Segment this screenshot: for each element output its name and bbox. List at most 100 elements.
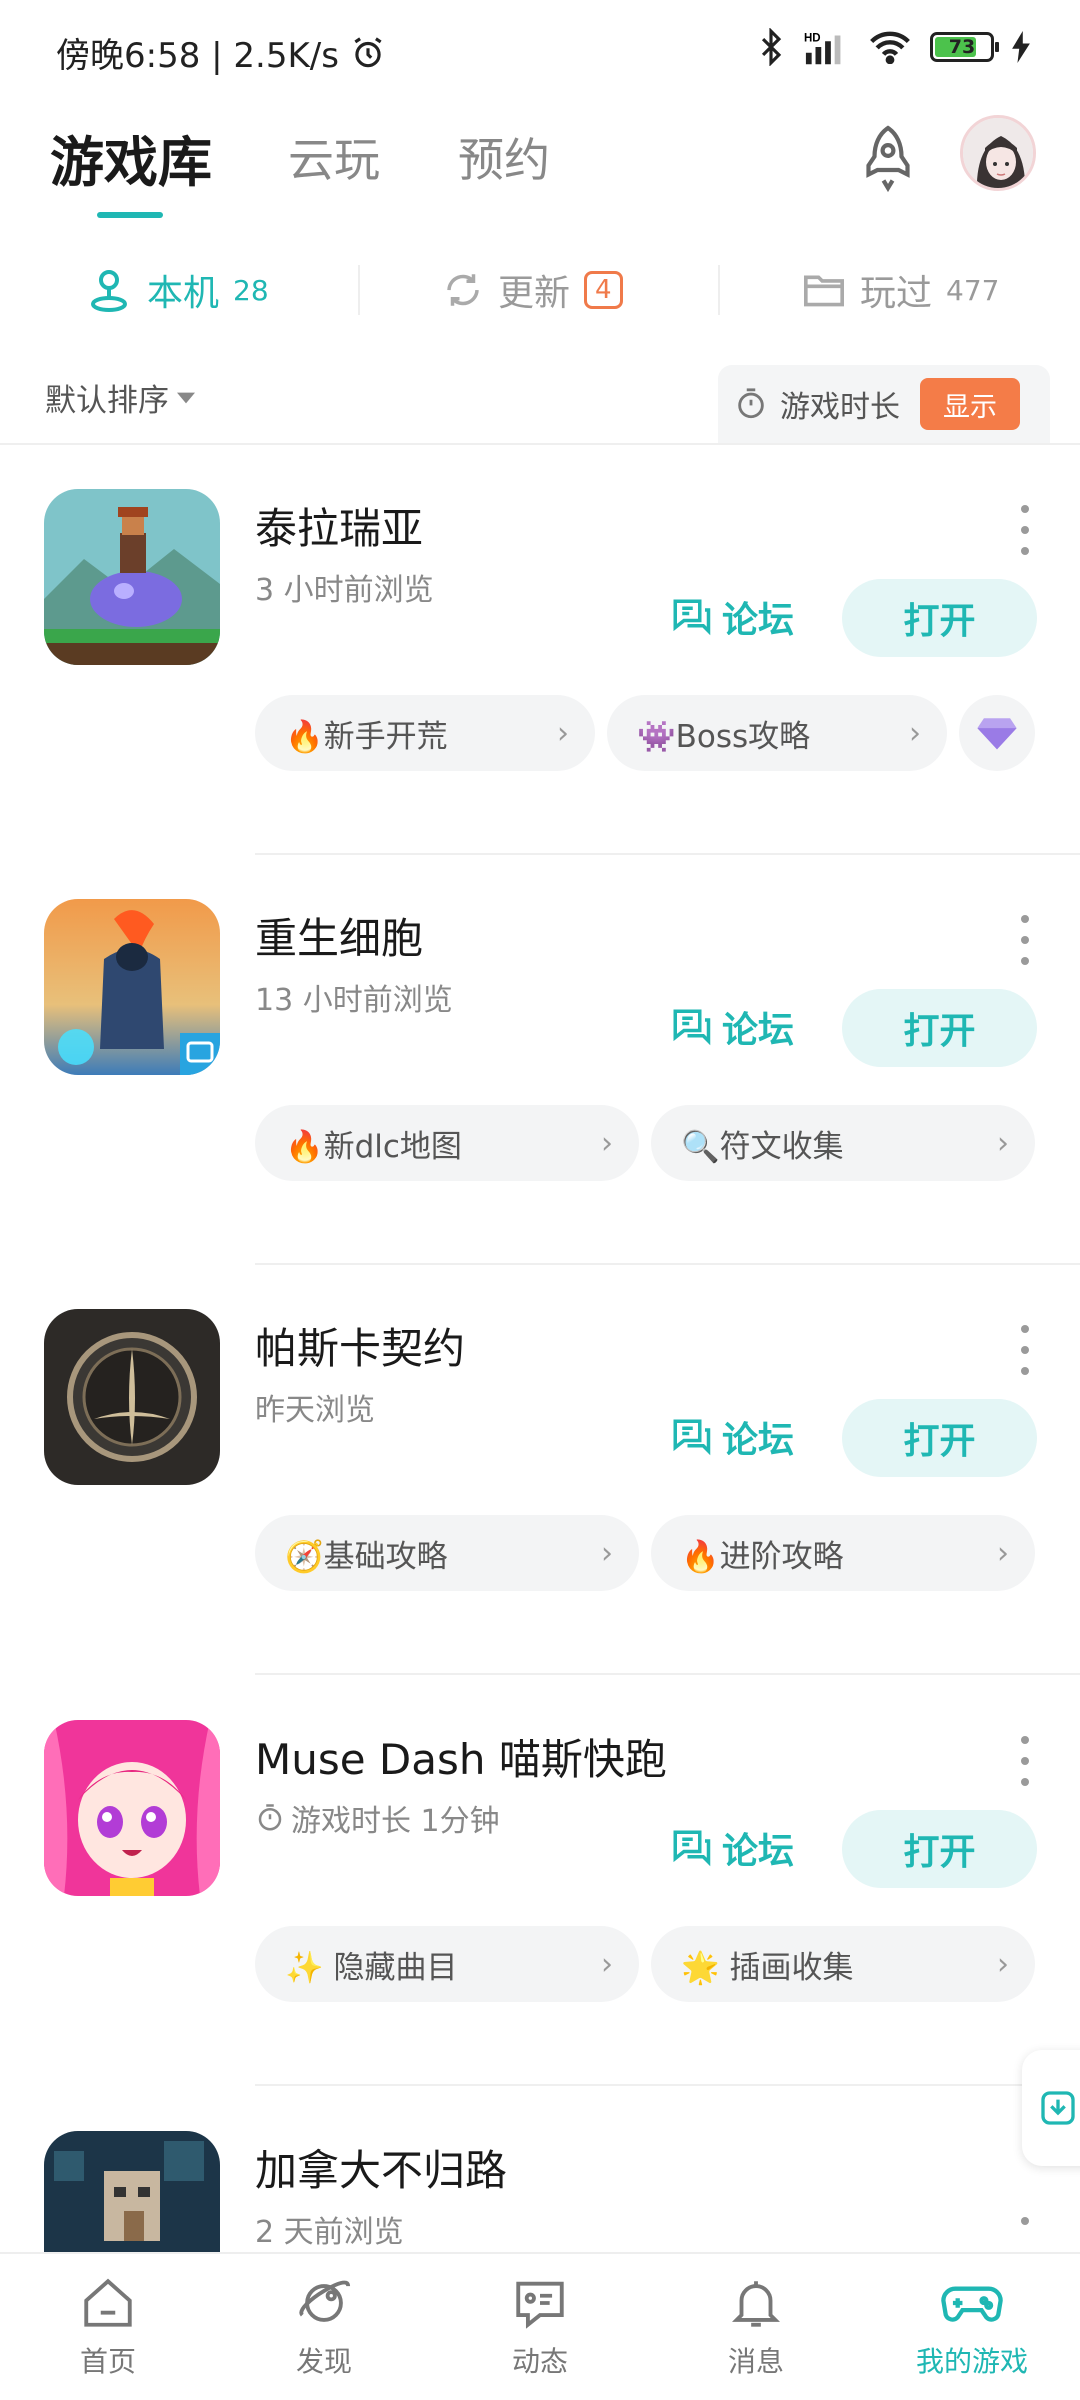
game-last-viewed: 13 小时前浏览 bbox=[255, 983, 453, 1018]
subtab-local-count: 28 bbox=[233, 273, 269, 307]
sub-tabs: 本机 28 更新 4 玩过 477 bbox=[0, 250, 1080, 330]
subtab-divider bbox=[358, 265, 360, 315]
more-options-icon[interactable] bbox=[1010, 1325, 1040, 1375]
subtab-played-label: 玩过 bbox=[860, 273, 933, 314]
chevron-right-icon: › bbox=[909, 715, 921, 751]
game-item[interactable]: 重生细胞 13 小时前浏览 论坛 打开 🔥新dlc地图 › 🔍符文收集 › bbox=[0, 855, 1080, 1265]
game-title: 帕斯卡契约 bbox=[255, 1324, 466, 1373]
guide-chip-label: ✨ 隐藏曲目 bbox=[285, 1949, 458, 1986]
guide-chip[interactable]: 🔥新手开荒 › bbox=[255, 695, 595, 771]
guide-chip[interactable]: 🧭基础攻略 › bbox=[255, 1515, 639, 1591]
show-playtime-button[interactable]: 显示 bbox=[920, 378, 1020, 430]
chevron-right-icon: › bbox=[557, 715, 569, 751]
more-options-icon[interactable] bbox=[1010, 915, 1040, 965]
guide-chip[interactable]: 👾Boss攻略 › bbox=[607, 695, 947, 771]
nav-my-games-label: 我的游戏 bbox=[915, 2345, 1028, 2378]
guide-chip-label: 🔥新dlc地图 bbox=[285, 1128, 462, 1165]
home-icon bbox=[84, 2278, 132, 2327]
avatar[interactable] bbox=[960, 115, 1036, 191]
status-icons: HD 73 bbox=[756, 28, 1030, 66]
bluetooth-icon bbox=[761, 28, 782, 66]
rocket-icon[interactable] bbox=[852, 122, 924, 194]
guide-chip[interactable]: 🔥进阶攻略 › bbox=[651, 1515, 1035, 1591]
guide-chip[interactable]: 🔍符文收集 › bbox=[651, 1105, 1035, 1181]
forum-icon bbox=[673, 1419, 711, 1456]
forum-button[interactable]: 论坛 bbox=[670, 1816, 794, 1880]
bottom-navigation: 首页 发现 动态 消息 我的游戏 bbox=[0, 2252, 1080, 2400]
tab-game-library[interactable]: 游戏库 bbox=[50, 118, 212, 197]
guide-chip-label: 🔥新手开荒 bbox=[285, 718, 448, 755]
sort-label: 默认排序 bbox=[45, 383, 169, 419]
game-item[interactable]: 帕斯卡契约 昨天浏览 论坛 打开 🧭基础攻略 › 🔥进阶攻略 › bbox=[0, 1265, 1080, 1675]
guide-chip-label: 🌟 插画收集 bbox=[681, 1949, 854, 1986]
chevron-right-icon: › bbox=[601, 1125, 613, 1161]
forum-button[interactable]: 论坛 bbox=[670, 1405, 794, 1469]
game-last-viewed: 3 小时前浏览 bbox=[255, 573, 434, 608]
subtab-played-count: 477 bbox=[946, 273, 1000, 307]
folder-icon bbox=[804, 275, 844, 307]
more-options-icon[interactable] bbox=[1010, 2217, 1040, 2229]
more-options-icon[interactable] bbox=[1010, 1736, 1040, 1786]
game-last-viewed: 2 天前浏览 bbox=[255, 2215, 404, 2250]
more-options-icon[interactable] bbox=[1010, 505, 1040, 555]
open-game-button[interactable]: 打开 bbox=[842, 579, 1037, 657]
diamond-icon bbox=[977, 718, 1017, 750]
top-header: 游戏库 云玩 预约 bbox=[0, 100, 1080, 230]
open-game-button[interactable]: 打开 bbox=[842, 1399, 1037, 1477]
game-title: 泰拉瑞亚 bbox=[255, 504, 424, 553]
subtab-updates[interactable]: 更新 4 bbox=[442, 250, 623, 330]
tab-reservation[interactable]: 预约 bbox=[458, 124, 550, 190]
game-title: Muse Dash 喵斯快跑 bbox=[255, 1735, 667, 1784]
nav-messages[interactable]: 消息 bbox=[648, 2254, 864, 2400]
guide-chip-label: 🔍符文收集 bbox=[681, 1128, 844, 1165]
guide-chip[interactable]: 🔥新dlc地图 › bbox=[255, 1105, 639, 1181]
game-icon-terraria[interactable] bbox=[44, 489, 220, 665]
subtab-updates-label: 更新 bbox=[498, 273, 571, 314]
refresh-icon bbox=[447, 274, 479, 306]
game-icon-canada[interactable] bbox=[44, 2131, 220, 2252]
nav-my-games[interactable]: 我的游戏 bbox=[864, 2254, 1080, 2400]
guide-chip[interactable]: 🌟 插画收集 › bbox=[651, 1926, 1035, 2002]
more-guides-button[interactable] bbox=[959, 695, 1035, 771]
game-icon-dead-cells[interactable] bbox=[44, 899, 220, 1075]
guide-chip[interactable]: ✨ 隐藏曲目 › bbox=[255, 1926, 639, 2002]
game-title: 重生细胞 bbox=[255, 914, 424, 963]
forum-label: 论坛 bbox=[722, 1831, 795, 1872]
subtab-played[interactable]: 玩过 477 bbox=[802, 250, 999, 330]
open-game-button[interactable]: 打开 bbox=[842, 1810, 1037, 1888]
game-title: 加拿大不归路 bbox=[255, 2146, 508, 2195]
nav-feed[interactable]: 动态 bbox=[432, 2254, 648, 2400]
forum-label: 论坛 bbox=[722, 600, 795, 641]
nav-home[interactable]: 首页 bbox=[0, 2254, 216, 2400]
game-item[interactable]: 泰拉瑞亚 3 小时前浏览 论坛 打开 🔥新手开荒 › 👾Boss攻略 › bbox=[0, 445, 1080, 855]
guide-chips: 🔥新dlc地图 › 🔍符文收集 › bbox=[255, 1105, 1035, 1181]
game-item[interactable]: Muse Dash 喵斯快跑 游戏时长 1分钟 论坛 打开 ✨ 隐藏曲目 › 🌟… bbox=[0, 1676, 1080, 2086]
user-icon bbox=[91, 270, 127, 312]
chevron-right-icon: › bbox=[601, 1946, 613, 1982]
forum-button[interactable]: 论坛 bbox=[670, 995, 794, 1059]
nav-discover[interactable]: 发现 bbox=[216, 2254, 432, 2400]
forum-icon bbox=[673, 1009, 711, 1046]
game-item[interactable]: 加拿大不归路 2 天前浏览 bbox=[0, 2087, 1080, 2252]
active-tab-indicator bbox=[97, 212, 163, 218]
battery-icon: 73 bbox=[930, 32, 999, 62]
chevron-right-icon: › bbox=[997, 1125, 1009, 1161]
game-last-viewed: 昨天浏览 bbox=[255, 1393, 375, 1428]
wifi-icon bbox=[870, 31, 910, 64]
sort-dropdown[interactable]: 默认排序 bbox=[45, 375, 195, 420]
alarm-icon bbox=[354, 36, 382, 67]
game-icon-pascals-wager[interactable] bbox=[44, 1309, 220, 1485]
subtab-local[interactable]: 本机 28 bbox=[85, 250, 269, 330]
floating-download-handle[interactable] bbox=[1022, 2050, 1080, 2166]
tab-cloud-play[interactable]: 云玩 bbox=[288, 124, 380, 190]
guide-chips: 🧭基础攻略 › 🔥进阶攻略 › bbox=[255, 1515, 1035, 1591]
chat-icon bbox=[516, 2281, 564, 2329]
open-game-button[interactable]: 打开 bbox=[842, 989, 1037, 1067]
forum-button[interactable]: 论坛 bbox=[670, 585, 794, 649]
game-icon-muse-dash[interactable] bbox=[44, 1720, 220, 1896]
charging-icon bbox=[1012, 31, 1030, 63]
forum-label: 论坛 bbox=[722, 1010, 795, 1051]
item-divider bbox=[255, 2084, 1080, 2086]
item-divider bbox=[255, 1673, 1080, 1675]
status-bar: 傍晚6:58 | 2.5K/s HD 73 bbox=[0, 0, 1080, 100]
